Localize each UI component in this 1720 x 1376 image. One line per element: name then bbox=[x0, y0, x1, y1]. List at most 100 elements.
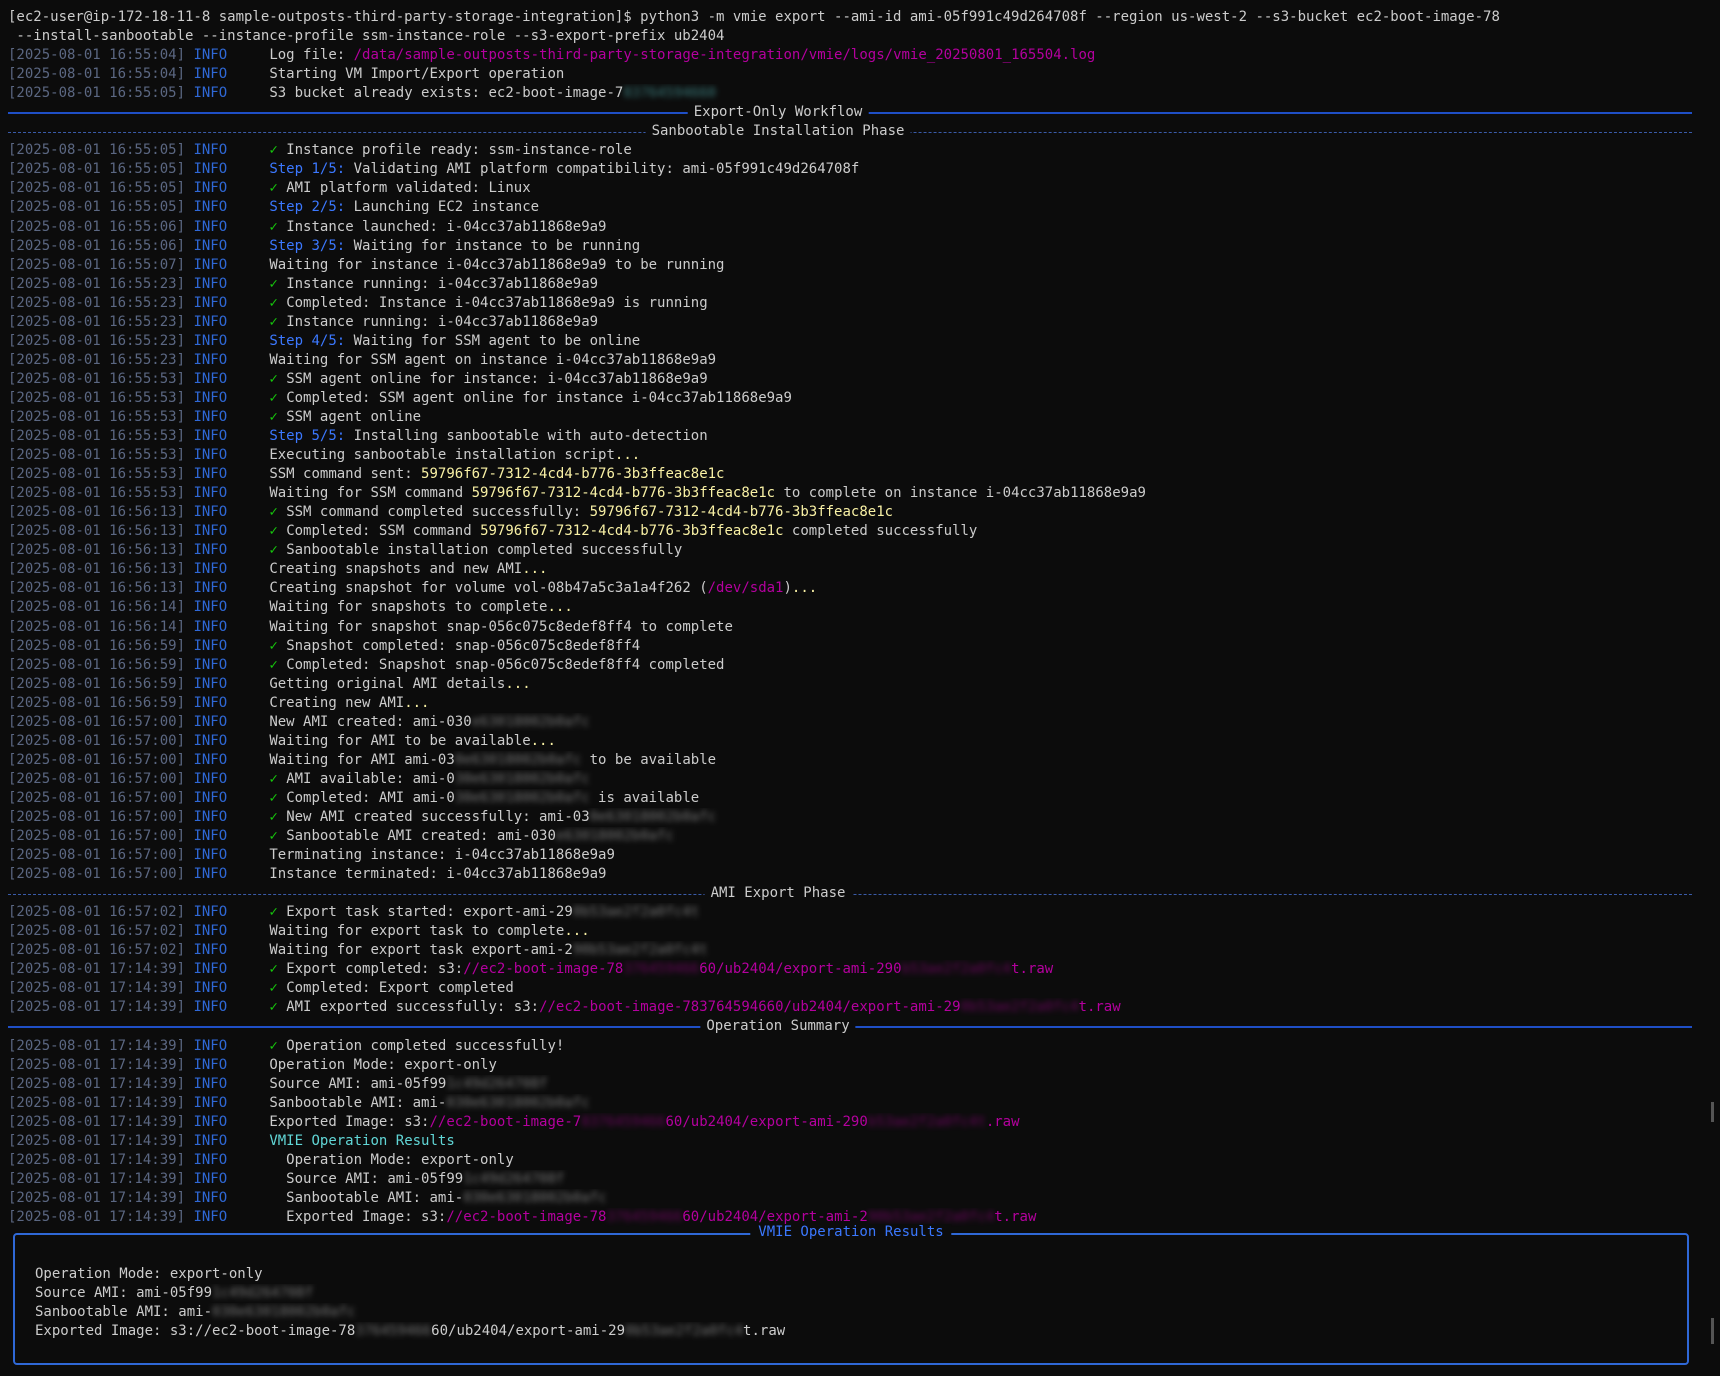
redacted-text: 90b53ae2f2a0fc4 bbox=[867, 1208, 995, 1225]
log-text: to complete on instance i-04cc37ab11868e… bbox=[775, 485, 1146, 502]
log-line: [2025-08-01 16:57:00] INFO ✓ Sanbootable… bbox=[8, 827, 1720, 846]
redacted-text: b53ae2f2a0fc4 bbox=[901, 961, 1012, 978]
log-line: [2025-08-01 16:57:02] INFO Waiting for e… bbox=[8, 941, 1720, 960]
log-level: INFO bbox=[193, 142, 228, 159]
log-level: INFO bbox=[193, 580, 228, 597]
log-text: Operation Mode: export-only bbox=[269, 1151, 514, 1168]
log-line: [2025-08-01 16:57:00] INFO Waiting for A… bbox=[8, 751, 1720, 770]
log-text: 59796f67-7312-4cd4-b776-3b3ffeac8e1c bbox=[471, 485, 776, 502]
results-row: Source AMI: ami-05f991c49d264708f bbox=[35, 1284, 785, 1303]
log-line: [2025-08-01 17:14:39] INFO Sanbootable A… bbox=[8, 1094, 1720, 1113]
log-text: Instance running: i-04cc37ab11868e9a9 bbox=[286, 313, 599, 330]
log-text: Terminating instance: i-04cc37ab11868e9a… bbox=[269, 847, 615, 864]
log-line: [2025-08-01 16:55:53] INFO SSM command s… bbox=[8, 465, 1720, 484]
log-line: [2025-08-01 16:56:14] INFO Waiting for s… bbox=[8, 598, 1720, 617]
log-level: INFO bbox=[193, 447, 228, 464]
log-line: [2025-08-01 16:55:23] INFO Step 4/5: Wai… bbox=[8, 332, 1720, 351]
log-level: INFO bbox=[193, 923, 228, 940]
check-icon: ✓ bbox=[269, 980, 287, 997]
log-level: INFO bbox=[193, 294, 228, 311]
log-text: SSM command completed successfully: bbox=[286, 504, 590, 521]
log-text: //ec2-boot-image-7 bbox=[429, 1113, 582, 1130]
log-text: Sanbootable AMI: ami- bbox=[35, 1304, 213, 1321]
log-line: [2025-08-01 16:56:59] INFO ✓ Snapshot co… bbox=[8, 637, 1720, 656]
log-line: [2025-08-01 16:55:07] INFO Waiting for i… bbox=[8, 256, 1720, 275]
log-line: [2025-08-01 17:14:39] INFO Exported Imag… bbox=[8, 1113, 1720, 1132]
check-icon: ✓ bbox=[269, 218, 287, 235]
check-icon: ✓ bbox=[269, 808, 287, 825]
log-text: Operation Mode: export-only bbox=[35, 1266, 263, 1282]
log-level: INFO bbox=[193, 847, 228, 864]
log-line: [2025-08-01 16:55:53] INFO ✓ SSM agent o… bbox=[8, 370, 1720, 389]
log-level: INFO bbox=[193, 618, 228, 635]
log-line: [2025-08-01 16:57:00] INFO ✓ Completed: … bbox=[8, 789, 1720, 808]
log-level: INFO bbox=[193, 808, 228, 825]
log-text: Source AMI: ami-05f99 bbox=[35, 1285, 213, 1302]
terminal-window[interactable]: [ec2-user@ip-172-18-11-8 sample-outposts… bbox=[0, 0, 1720, 1376]
timestamp: [2025-08-01 16:55:53] bbox=[8, 466, 186, 483]
log-text: Step 1/5: bbox=[269, 161, 346, 178]
log-line: [2025-08-01 16:56:13] INFO ✓ SSM command… bbox=[8, 503, 1720, 522]
log-level: INFO bbox=[193, 542, 228, 559]
log-text: ) bbox=[783, 580, 792, 597]
log-line: [2025-08-01 16:57:02] INFO Waiting for e… bbox=[8, 922, 1720, 941]
log-text: .raw bbox=[985, 1113, 1020, 1130]
log-text: is available bbox=[589, 789, 700, 806]
check-icon: ✓ bbox=[269, 275, 287, 292]
scrollbar-thumb-lower[interactable] bbox=[1711, 1318, 1714, 1344]
log-level: INFO bbox=[193, 561, 228, 578]
section-divider: Operation Summary bbox=[8, 1017, 1720, 1037]
log-text: t.raw bbox=[743, 1323, 786, 1340]
log-level: INFO bbox=[193, 370, 228, 387]
timestamp: [2025-08-01 16:56:14] bbox=[8, 599, 186, 616]
log-level: INFO bbox=[193, 66, 228, 83]
log-line: [2025-08-01 16:56:13] INFO Creating snap… bbox=[8, 560, 1720, 579]
log-level: INFO bbox=[193, 180, 228, 197]
log-line: [2025-08-01 16:55:53] INFO Step 5/5: Ins… bbox=[8, 427, 1720, 446]
check-icon: ✓ bbox=[269, 656, 287, 673]
timestamp: [2025-08-01 16:57:02] bbox=[8, 904, 186, 921]
section-divider: Sanbootable Installation Phase bbox=[8, 122, 1720, 142]
timestamp: [2025-08-01 16:57:02] bbox=[8, 923, 186, 940]
log-text: Log file: bbox=[269, 47, 354, 64]
log-level: INFO bbox=[193, 713, 228, 730]
timestamp: [2025-08-01 16:55:23] bbox=[8, 313, 186, 330]
log-text: Exported Image: s3: bbox=[269, 1208, 447, 1225]
log-level: INFO bbox=[193, 523, 228, 540]
timestamp: [2025-08-01 16:57:00] bbox=[8, 828, 186, 845]
log-line: [2025-08-01 16:55:53] INFO ✓ Completed: … bbox=[8, 389, 1720, 408]
log-level: INFO bbox=[193, 85, 228, 102]
redacted-text: 1c49d264708f bbox=[212, 1285, 314, 1302]
log-text: Launching EC2 instance bbox=[345, 199, 540, 216]
log-line: [2025-08-01 16:57:00] INFO ✓ AMI availab… bbox=[8, 770, 1720, 789]
log-text: SSM agent online for instance: i-04cc37a… bbox=[286, 370, 708, 387]
log-text: 60/ub2404/export-ami-2 bbox=[682, 1208, 868, 1225]
log-level: INFO bbox=[193, 751, 228, 768]
redacted-text: 90b53ae2f2a0fc4t bbox=[572, 942, 708, 959]
timestamp: [2025-08-01 16:57:00] bbox=[8, 732, 186, 749]
timestamp: [2025-08-01 16:55:05] bbox=[8, 161, 186, 178]
log-text: Creating snapshots and new AMI bbox=[269, 561, 523, 578]
log-line: [2025-08-01 16:57:00] INFO New AMI creat… bbox=[8, 713, 1720, 732]
log-text: Export completed: s3: bbox=[286, 961, 464, 978]
check-icon: ✓ bbox=[269, 637, 287, 654]
log-text: 60/ub2404/export-ami-290 bbox=[699, 961, 902, 978]
timestamp: [2025-08-01 17:14:39] bbox=[8, 1151, 186, 1168]
log-line: [2025-08-01 17:14:39] INFO Operation Mod… bbox=[8, 1151, 1720, 1170]
log-text: Step 2/5: bbox=[269, 199, 346, 216]
timestamp: [2025-08-01 16:56:59] bbox=[8, 694, 186, 711]
timestamp: [2025-08-01 17:14:39] bbox=[8, 1075, 186, 1092]
redacted-text: 030e63018002b0afc bbox=[446, 1094, 590, 1111]
redacted-text: 8376459466 bbox=[581, 1113, 666, 1130]
log-level: INFO bbox=[193, 1113, 228, 1130]
timestamp: [2025-08-01 16:55:05] bbox=[8, 142, 186, 159]
scrollbar-thumb[interactable] bbox=[1711, 1102, 1714, 1122]
command-line: [ec2-user@ip-172-18-11-8 sample-outposts… bbox=[8, 9, 1500, 25]
log-level: INFO bbox=[193, 1208, 228, 1225]
timestamp: [2025-08-01 16:57:00] bbox=[8, 713, 186, 730]
redacted-text: 30e63018002b0afc bbox=[454, 789, 590, 806]
log-text: Completed: Export completed bbox=[286, 980, 514, 997]
log-text: Operation Mode: export-only bbox=[269, 1056, 497, 1073]
log-level: INFO bbox=[193, 904, 228, 921]
log-level: INFO bbox=[193, 732, 228, 749]
